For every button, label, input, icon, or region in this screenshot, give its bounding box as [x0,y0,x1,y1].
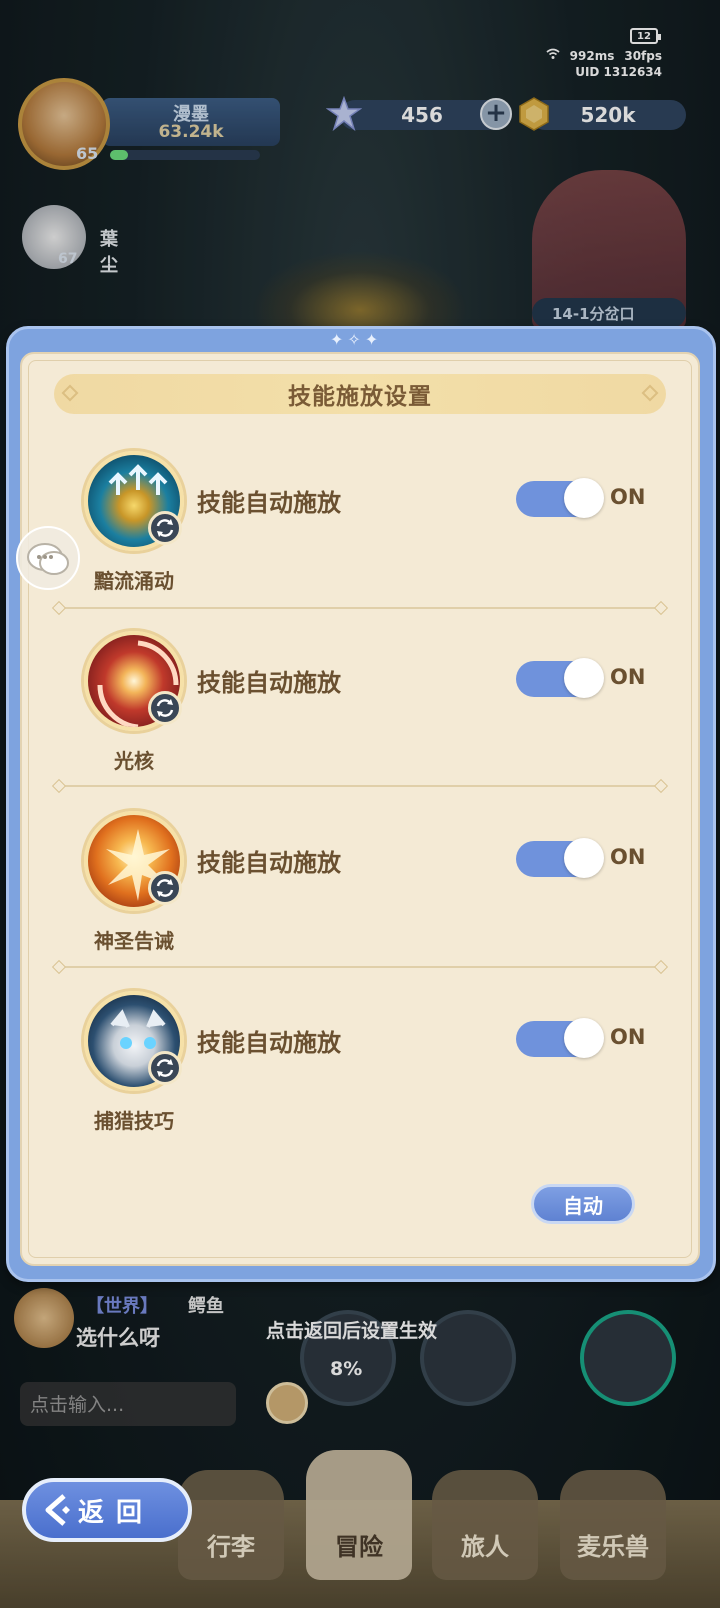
back-arrow-icon [45,1494,70,1526]
skill-name: 黯流涌动 [94,569,174,593]
modal-title-bar: 技能施放设置 [54,374,666,414]
swap-skill-icon[interactable] [148,871,182,905]
sparkle-decoration-icon: ✦✧✦ [330,330,383,349]
skill-row: 黯流涌动 技能自动施放 ON [0,451,720,631]
chat-bubble-button[interactable] [16,526,80,590]
auto-cast-label: 技能自动施放 [197,669,341,697]
auto-button[interactable]: 自动 [531,1184,635,1224]
swap-skill-icon[interactable] [148,511,182,545]
auto-cast-label: 技能自动施放 [197,489,341,517]
auto-cast-toggle[interactable] [516,1018,604,1058]
modal-title: 技能施放设置 [288,384,432,410]
toggle-state-label: ON [610,845,646,869]
skill-name: 神圣告诫 [94,929,174,953]
row-divider [58,966,662,968]
diamond-ornament-icon [641,384,659,402]
diamond-ornament-icon [61,384,79,402]
skill-row: 神圣告诫 技能自动施放 ON [0,811,720,991]
auto-cast-toggle[interactable] [516,838,604,878]
auto-cast-label: 技能自动施放 [197,849,341,877]
row-divider [58,785,662,787]
swap-skill-icon[interactable] [148,691,182,725]
toggle-state-label: ON [610,1025,646,1049]
swap-skill-icon[interactable] [148,1051,182,1085]
row-divider [58,607,662,609]
auto-cast-toggle[interactable] [516,658,604,698]
skill-row: 捕猎技巧 技能自动施放 ON [0,991,720,1171]
chat-bubble-icon [27,543,69,575]
skill-name: 光核 [114,749,154,773]
skill-name: 捕猎技巧 [94,1109,174,1133]
auto-cast-toggle[interactable] [516,478,604,518]
auto-cast-label: 技能自动施放 [197,1029,341,1057]
toggle-state-label: ON [610,665,646,689]
skill-row: 光核 技能自动施放 ON [0,631,720,811]
toggle-state-label: ON [610,485,646,509]
